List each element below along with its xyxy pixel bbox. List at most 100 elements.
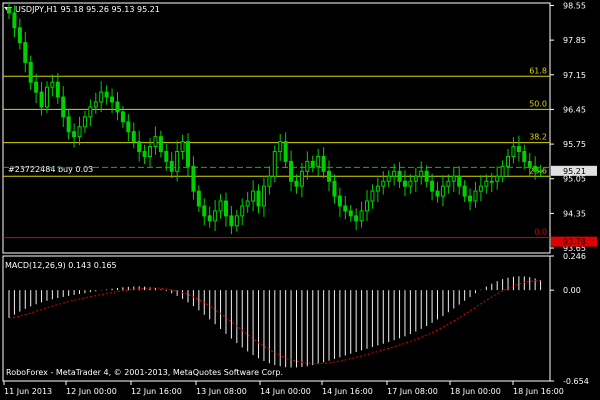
candle-body <box>484 180 489 187</box>
candle-body <box>473 190 478 202</box>
candle-body <box>148 146 153 157</box>
candle-body <box>17 27 22 44</box>
candle-body <box>489 180 494 183</box>
candle-body <box>413 175 418 182</box>
candle-body <box>533 165 538 172</box>
candle-body <box>99 91 104 103</box>
candle-body <box>267 175 272 187</box>
candle-body <box>310 160 315 167</box>
time-tick-label: 18 Jun 16:00 <box>513 387 564 396</box>
candle-body <box>359 210 364 222</box>
candle-body <box>516 146 521 153</box>
macd-tick-label: -0.654 <box>563 377 589 386</box>
candle-body <box>370 190 375 202</box>
candle-body <box>153 136 158 148</box>
time-tick-label: 14 Jun 16:00 <box>322 387 373 396</box>
candle-body <box>462 185 467 197</box>
price-tick-label: 97.15 <box>563 71 586 80</box>
candle-body <box>93 101 98 108</box>
candle-body <box>7 7 11 14</box>
candle-body <box>234 215 239 227</box>
fib-level-label: 0.0 <box>534 228 547 237</box>
candle-body <box>397 170 402 182</box>
candle-body <box>316 155 321 167</box>
candle-body <box>207 215 212 222</box>
price-tick-label: 97.85 <box>563 36 586 45</box>
candle-body <box>191 165 196 192</box>
macd-tick-label: 0.00 <box>563 286 581 295</box>
candle-body <box>511 146 516 157</box>
time-tick-label: 18 Jun 00:00 <box>450 387 501 396</box>
stop-price-label: 93.78 <box>563 238 586 247</box>
candle-body <box>446 180 451 187</box>
candle-body <box>327 170 332 182</box>
candle-body <box>337 195 342 207</box>
candle-body <box>169 160 174 172</box>
price-tick-label: 94.35 <box>563 209 586 218</box>
candle-body <box>538 170 543 173</box>
time-tick-label: 11 Jun 2013 <box>4 387 52 396</box>
price-chart[interactable]: 98.5597.8597.1596.4595.7595.0594.3593.65… <box>0 0 600 400</box>
candle-body <box>120 111 125 123</box>
candle-body <box>245 200 250 207</box>
candle-body <box>506 155 511 167</box>
candle-body <box>495 175 500 182</box>
candle-body <box>110 96 115 103</box>
candle-body <box>348 210 353 217</box>
candle-body <box>435 190 440 197</box>
candle-body <box>500 165 505 177</box>
time-tick-label: 13 Jun 08:00 <box>196 387 247 396</box>
candle-body <box>240 205 245 217</box>
candle-body <box>39 91 44 108</box>
candle-body <box>478 185 483 192</box>
candle-body <box>77 126 82 138</box>
candle-body <box>289 160 294 182</box>
candle-body <box>419 170 424 177</box>
fib-level-label: 61.8 <box>529 66 547 75</box>
current-price-label: 95.21 <box>563 167 586 176</box>
candle-body <box>66 116 71 133</box>
time-tick-label: 14 Jun 00:00 <box>260 387 311 396</box>
candle-body <box>381 180 386 187</box>
candle-body <box>392 170 397 177</box>
price-tick-label: 96.45 <box>563 105 586 114</box>
candle-body <box>283 141 288 162</box>
candle-body <box>164 151 169 162</box>
candle-body <box>468 195 473 202</box>
candle-body <box>82 116 87 128</box>
candle-body <box>321 155 326 172</box>
time-tick-label: 17 Jun 08:00 <box>387 387 438 396</box>
candle-body <box>424 170 429 182</box>
candle-body <box>213 210 218 222</box>
candle-body <box>55 81 60 98</box>
price-tick-label: 98.55 <box>563 1 586 10</box>
candle-body <box>430 180 435 192</box>
candle-body <box>142 151 147 157</box>
candle-body <box>272 151 277 177</box>
candle-body <box>126 121 131 133</box>
candle-body <box>451 175 456 182</box>
candle-body <box>34 81 39 93</box>
candle-body <box>12 12 17 29</box>
candle-body <box>256 190 261 207</box>
candle-body <box>527 160 532 167</box>
candle-body <box>375 185 380 192</box>
candle-body <box>332 180 337 197</box>
price-tick-label: 95.05 <box>563 175 586 184</box>
candle-body <box>186 141 190 167</box>
candle-body <box>50 81 55 88</box>
candle-body <box>457 175 462 187</box>
candle-body <box>440 185 445 197</box>
candle-body <box>223 200 228 217</box>
candle-body <box>23 42 28 63</box>
candle-body <box>28 61 33 83</box>
candle-body <box>72 131 77 138</box>
time-tick-label: 12 Jun 16:00 <box>131 387 182 396</box>
candle-body <box>104 91 109 98</box>
candle-body <box>61 96 66 118</box>
candle-body <box>305 160 310 172</box>
macd-panel-frame <box>2 255 551 382</box>
candle-body <box>175 151 180 172</box>
candle-body <box>299 170 304 187</box>
candle-body <box>365 200 369 212</box>
